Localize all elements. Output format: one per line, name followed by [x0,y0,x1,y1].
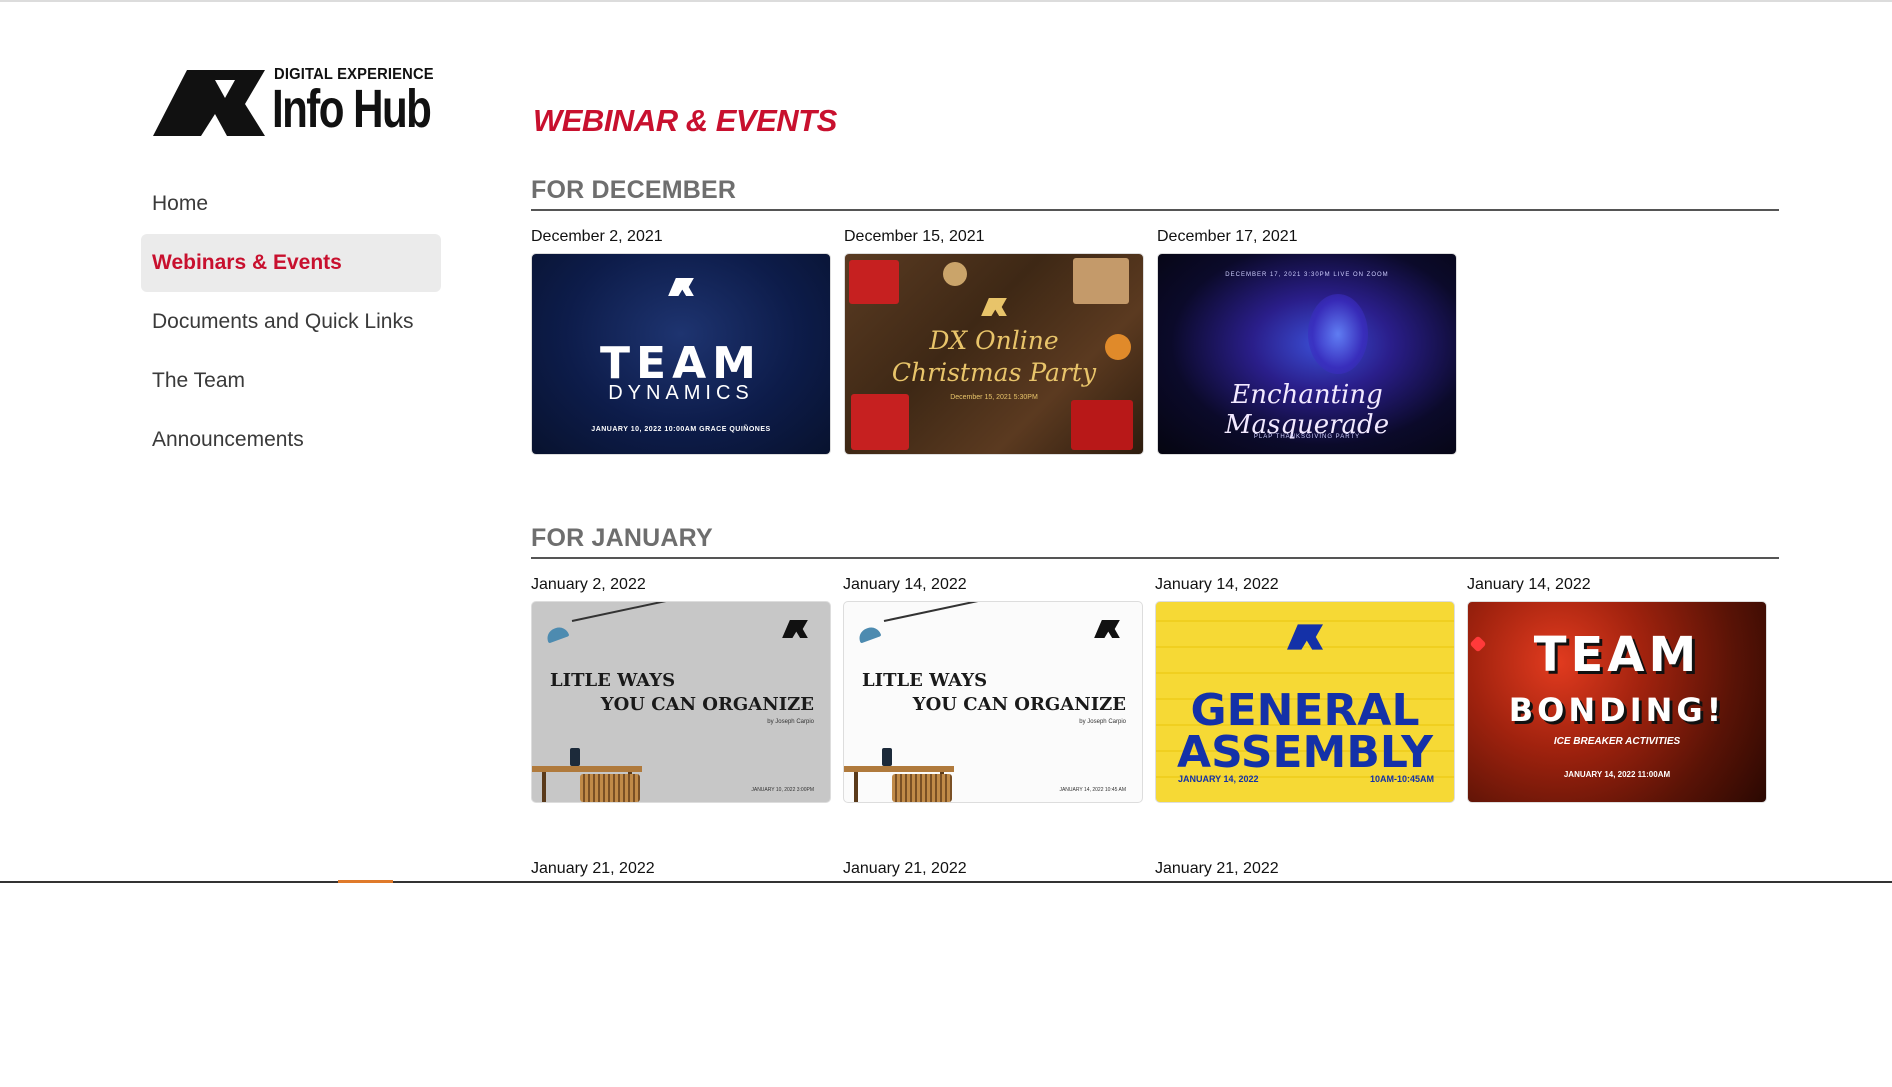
dx-logo-icon [782,620,808,638]
event-thumbnail-enchanting-masquerade[interactable]: DECEMBER 17, 2021 3:30PM LIVE ON ZOOM En… [1157,253,1457,455]
gift-box-icon [849,260,899,304]
nav-item-webinars-events[interactable]: Webinars & Events [141,234,441,292]
nav-item-the-team[interactable]: The Team [141,352,441,410]
thumbnail-heading: DX Online [929,326,1059,355]
event-card: December 2, 2021 TEAM DYNAMICS JANUARY 1… [531,211,831,455]
event-date: December 2, 2021 [531,228,663,245]
event-date: December 15, 2021 [844,228,985,245]
event-date: January 21, 2022 [843,860,967,877]
event-card-list: January 2, 2022 LITLE WAYS YOU CAN ORGAN… [531,559,1779,803]
thumbnail-footer: JANUARY 10, 2022 10:00AM GRACE QUIÑONES [591,426,771,433]
section-title: FOR DECEMBER [531,171,1779,211]
event-card: January 14, 2022 LITLE WAYS YOU CAN ORGA… [843,559,1143,803]
thumbnail-heading: GENERAL ASSEMBLY [1156,689,1454,775]
thumbnail-heading-line2: BONDING! [1508,691,1726,729]
thumbnail-subheading: YOU CAN ORGANIZE [600,694,814,715]
thumbnail-footer: December 15, 2021 5:30PM [950,394,1038,401]
event-card: January 14, 2022 GENERAL ASSEMBLY JANUARY… [1155,559,1455,803]
thumbnail-heading: LITLE WAYS [862,670,988,691]
lamp-shade-icon [544,624,570,644]
thumbnail-heading: TEAM BONDING! [1468,630,1766,735]
thumbnail-footer-time: 10AM-10:45AM [1369,774,1434,784]
portrait-figure [1308,294,1368,374]
event-card: January 21, 2022 [531,847,831,885]
nav-item-announcements[interactable]: Announcements [141,411,441,469]
gift-box-icon [1071,400,1133,450]
nav-item-home[interactable]: Home [141,175,441,233]
sidebar-nav: Home Webinars & Events Documents and Qui… [141,175,441,470]
event-date: December 17, 2021 [1157,228,1298,245]
event-card: January 21, 2022 [1155,847,1455,885]
thumbnail-footer: JANUARY 14, 2022 10:45 AM [1059,787,1126,793]
thumbnail-author: by Joseph Carpio [1079,719,1126,725]
nav-item-documents-quick-links[interactable]: Documents and Quick Links [141,293,441,351]
page-title: WEBINAR & EVENTS [533,103,837,138]
thumbnail-subheading: YOU CAN ORGANIZE [912,694,1126,715]
ornament-icon [943,262,967,286]
event-date: January 21, 2022 [1155,860,1279,877]
dx-logo-icon [981,298,1007,316]
thumbnail-top-text: DECEMBER 17, 2021 3:30PM LIVE ON ZOOM [1225,272,1389,278]
dx-logo-icon [1094,620,1120,638]
section-january: FOR JANUARY January 2, 2022 LITLE WAYS Y… [531,519,1779,803]
lamp-icon [571,602,680,622]
brand-logo[interactable]: DIGITAL EXPERIENCE Info Hub [153,66,441,140]
thumbnail-heading-line1: TEAM [1533,627,1701,683]
gift-box-icon [851,394,909,450]
lamp-shade-icon [856,624,882,644]
event-card: December 15, 2021 DX Online Christmas Pa… [844,211,1144,455]
lamp-icon [883,602,992,622]
thumbnail-footer: JANUARY 14, 2022 11:00AM [1563,770,1671,779]
thumbnail-footer: JANUARY 10, 2022 3:00PM [751,787,814,793]
table-illustration [532,748,652,802]
event-date: January 2, 2022 [531,576,646,593]
section-more-events: January 21, 2022 January 21, 2022 Januar… [531,847,1779,1087]
event-card: January 2, 2022 LITLE WAYS YOU CAN ORGAN… [531,559,831,803]
event-thumbnail-little-ways-organize[interactable]: LITLE WAYS YOU CAN ORGANIZE by Joseph Ca… [531,601,831,803]
thumbnail-heading: LITLE WAYS [550,670,676,691]
section-december: FOR DECEMBER December 2, 2021 TEAM DYNAM… [531,171,1779,455]
event-card-list: December 2, 2021 TEAM DYNAMICS JANUARY 1… [531,211,1779,455]
thumbnail-subheading: Christmas Party [891,358,1097,387]
top-border [0,0,1892,2]
event-thumbnail-team-dynamics[interactable]: TEAM DYNAMICS JANUARY 10, 2022 10:00AM G… [531,253,831,455]
thumbnail-heading: Enchanting Masquerade [1224,380,1390,440]
event-card: January 21, 2022 [843,847,1143,885]
event-thumbnail-christmas-party[interactable]: DX Online Christmas Party December 15, 2… [844,253,1144,455]
event-card-list: January 21, 2022 January 21, 2022 Januar… [531,847,1779,1087]
thumbnail-author: by Joseph Carpio [767,719,814,725]
dx-logo-mark-icon [153,70,265,136]
dx-logo-icon [1287,624,1323,650]
event-card: December 17, 2021 DECEMBER 17, 2021 3:30… [1157,211,1457,455]
table-illustration [844,748,964,802]
dx-logo-icon [668,278,694,296]
thumbnail-subheading: DYNAMICS [608,382,754,404]
section-title: FOR JANUARY [531,519,1779,559]
gift-box-icon [1073,258,1129,304]
thumbnail-heading-line2: ASSEMBLY [1177,727,1433,778]
event-date: January 14, 2022 [1155,576,1279,593]
event-thumbnail-little-ways-organize[interactable]: LITLE WAYS YOU CAN ORGANIZE by Joseph Ca… [843,601,1143,803]
event-thumbnail-general-assembly[interactable]: GENERAL ASSEMBLY JANUARY 14, 2022 10AM-10… [1155,601,1455,803]
event-thumbnail-team-bonding[interactable]: TEAM BONDING! ICE BREAKER ACTIVITIES JANU… [1467,601,1767,803]
event-date: January 21, 2022 [531,860,655,877]
event-date: January 14, 2022 [1467,576,1591,593]
brand-big-text: Info Hub [272,79,432,139]
event-card: January 14, 2022 TEAM BONDING! ICE BREAKE… [1467,559,1767,803]
event-date: January 14, 2022 [843,576,967,593]
thumbnail-subheading: ICE BREAKER ACTIVITIES [1553,736,1681,747]
thumbnail-footer: PLAP THANKSGIVING PARTY [1253,434,1361,440]
